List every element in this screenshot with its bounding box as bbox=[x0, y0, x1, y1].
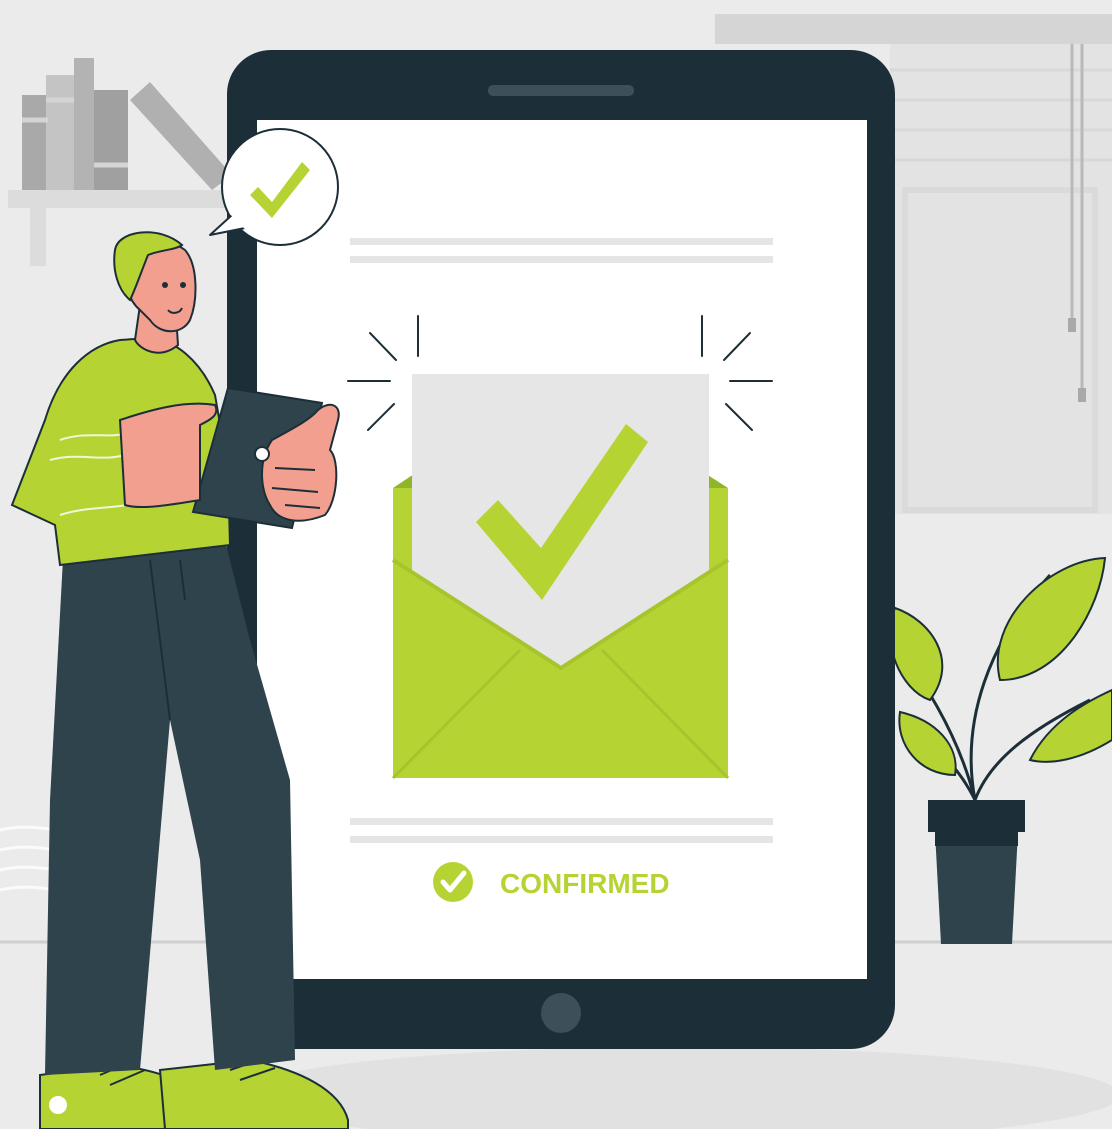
text-line-bottom-2 bbox=[350, 836, 773, 843]
envelope bbox=[391, 374, 730, 780]
text-line-top-1 bbox=[350, 238, 773, 245]
tablet-speaker bbox=[488, 85, 634, 96]
check-circle-icon bbox=[433, 862, 473, 902]
text-line-bottom-1 bbox=[350, 818, 773, 825]
home-button[interactable] bbox=[541, 993, 581, 1033]
status-label: CONFIRMED bbox=[500, 868, 670, 899]
confirmation-illustration: CONFIRMED bbox=[0, 0, 1112, 1129]
text-line-top-2 bbox=[350, 256, 773, 263]
